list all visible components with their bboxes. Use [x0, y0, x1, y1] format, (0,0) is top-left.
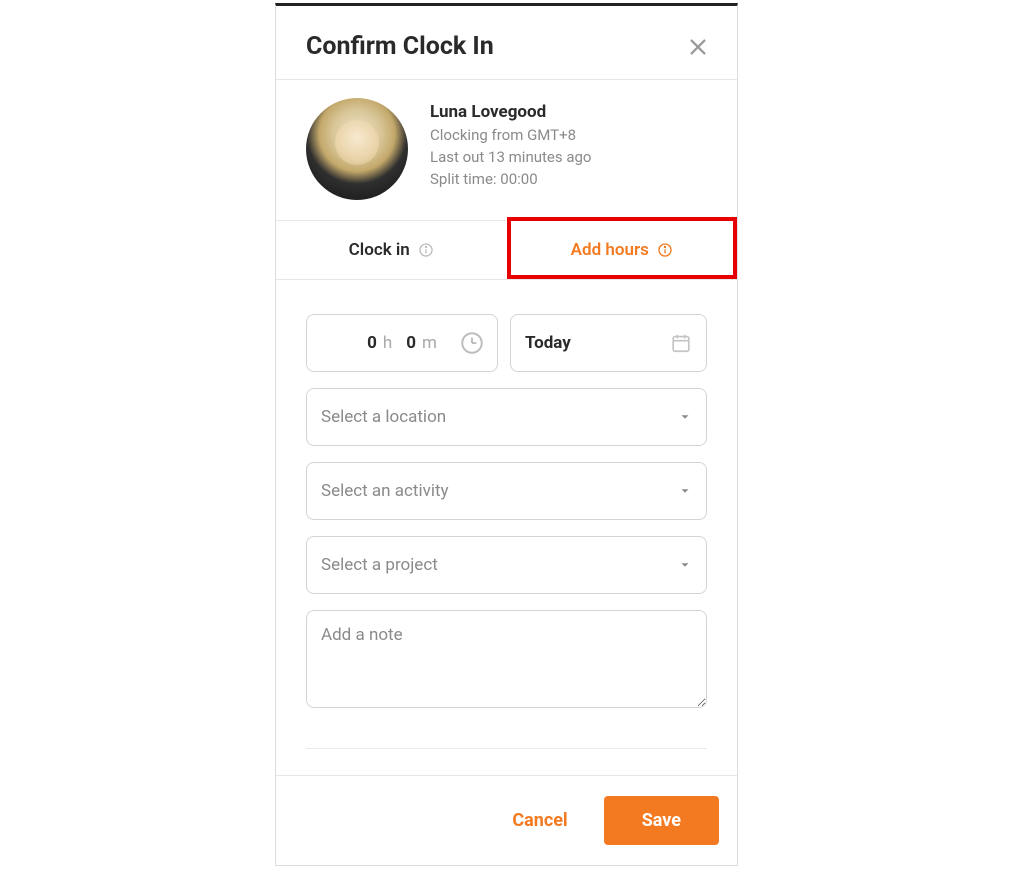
- modal-header: Confirm Clock In: [276, 6, 737, 80]
- user-clocking-from: Clocking from GMT+8: [430, 126, 591, 144]
- tab-clock-in[interactable]: Clock in: [276, 221, 507, 279]
- user-meta: Luna Lovegood Clocking from GMT+8 Last o…: [430, 98, 591, 188]
- chevron-down-icon: [678, 558, 692, 572]
- hours-value: 0: [367, 333, 377, 353]
- user-split-time: Split time: 00:00: [430, 170, 591, 188]
- form-area: 0 h 0 m Today: [306, 280, 707, 765]
- note-textarea[interactable]: [306, 610, 707, 708]
- tabs: Clock in Add hours: [276, 220, 737, 280]
- activity-placeholder: Select an activity: [321, 481, 449, 501]
- clock-icon: [459, 330, 485, 356]
- tab-clock-in-label: Clock in: [349, 240, 410, 260]
- row-duration-date: 0 h 0 m Today: [306, 314, 707, 372]
- duration-input[interactable]: 0 h 0 m: [306, 314, 498, 372]
- avatar: [306, 98, 408, 200]
- activity-select[interactable]: Select an activity: [306, 462, 707, 520]
- location-placeholder: Select a location: [321, 407, 446, 427]
- calendar-icon: [670, 332, 692, 354]
- modal-title: Confirm Clock In: [306, 32, 494, 61]
- chevron-down-icon: [678, 484, 692, 498]
- info-icon: [657, 242, 673, 258]
- user-name: Luna Lovegood: [430, 102, 591, 122]
- tab-add-hours[interactable]: Add hours: [507, 221, 738, 279]
- tab-add-hours-label: Add hours: [571, 240, 649, 260]
- minutes-value: 0: [406, 333, 416, 353]
- project-placeholder: Select a project: [321, 555, 438, 575]
- close-icon[interactable]: [687, 36, 709, 58]
- user-row: Luna Lovegood Clocking from GMT+8 Last o…: [306, 98, 707, 200]
- modal-body: Luna Lovegood Clocking from GMT+8 Last o…: [276, 80, 737, 775]
- location-select[interactable]: Select a location: [306, 388, 707, 446]
- user-last-out: Last out 13 minutes ago: [430, 148, 591, 166]
- divider: [306, 748, 707, 749]
- date-label: Today: [525, 333, 571, 353]
- info-icon: [418, 242, 434, 258]
- cancel-button[interactable]: Cancel: [500, 800, 579, 841]
- save-button[interactable]: Save: [604, 796, 719, 845]
- hours-unit: h: [383, 333, 392, 353]
- modal-footer: Cancel Save: [276, 775, 737, 865]
- minutes-unit: m: [422, 333, 437, 353]
- chevron-down-icon: [678, 410, 692, 424]
- project-select[interactable]: Select a project: [306, 536, 707, 594]
- date-input[interactable]: Today: [510, 314, 707, 372]
- confirm-clock-in-modal: Confirm Clock In Luna Lovegood Clocking …: [275, 3, 738, 866]
